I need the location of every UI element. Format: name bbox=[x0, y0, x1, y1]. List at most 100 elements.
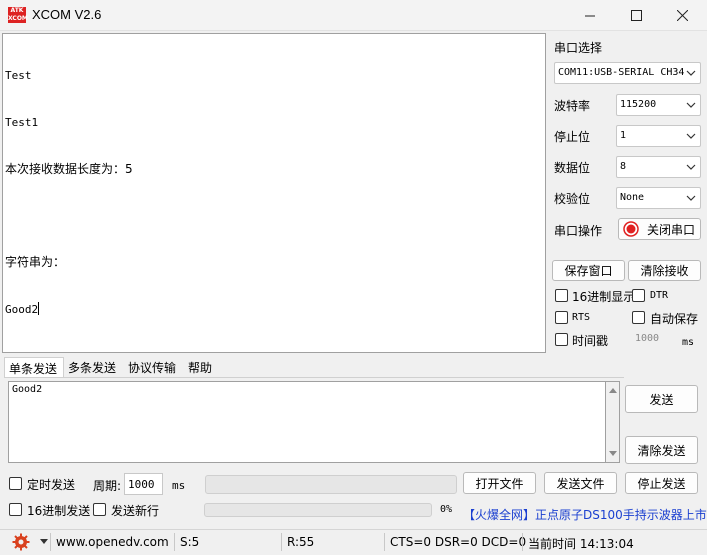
chevron-down-icon bbox=[686, 164, 696, 170]
save-window-button[interactable]: 保存窗口 bbox=[552, 260, 625, 281]
timestamp-ms-label: ms bbox=[682, 337, 695, 348]
period-label: 周期: bbox=[93, 479, 122, 493]
parity-label: 校验位 bbox=[554, 192, 591, 206]
progress-percent: 0% bbox=[440, 504, 453, 515]
status-separator bbox=[174, 533, 175, 551]
minimize-button[interactable] bbox=[567, 0, 613, 31]
period-input[interactable]: 1000 bbox=[124, 473, 163, 495]
text-caret bbox=[38, 302, 40, 316]
stop-bits-value: 1 bbox=[620, 130, 627, 141]
hex-display-checkbox[interactable] bbox=[555, 289, 568, 302]
chevron-down-icon[interactable] bbox=[40, 539, 48, 545]
status-separator bbox=[384, 533, 385, 551]
close-port-label: 关闭串口 bbox=[647, 222, 696, 237]
status-separator bbox=[522, 533, 523, 551]
receive-line: Test1 bbox=[5, 115, 39, 129]
app-logo: ATK XCOM bbox=[8, 7, 28, 23]
receive-line: Good2 bbox=[5, 303, 39, 317]
baud-select[interactable]: 115200 bbox=[616, 94, 701, 116]
data-bits-label: 数据位 bbox=[554, 161, 591, 175]
timestamp-interval-input[interactable]: 1000 bbox=[635, 333, 659, 344]
port-select-value: COM11:USB-SERIAL CH34 bbox=[558, 67, 685, 78]
send-text: Good2 bbox=[12, 384, 43, 395]
period-value: 1000 bbox=[128, 478, 155, 491]
stop-send-button[interactable]: 停止发送 bbox=[625, 472, 698, 494]
rts-checkbox[interactable] bbox=[555, 311, 568, 324]
dtr-checkbox[interactable] bbox=[632, 289, 645, 302]
auto-save-checkbox[interactable] bbox=[632, 311, 645, 324]
open-file-button[interactable]: 打开文件 bbox=[463, 472, 536, 494]
window-title: XCOM V2.6 bbox=[32, 7, 102, 22]
baud-value: 115200 bbox=[620, 99, 657, 110]
rts-label: RTS bbox=[572, 312, 591, 323]
chevron-down-icon bbox=[686, 70, 696, 76]
stop-bits-label: 停止位 bbox=[554, 130, 591, 144]
save-window-label: 保存窗口 bbox=[564, 264, 613, 278]
gear-icon bbox=[12, 533, 30, 551]
clear-send-button[interactable]: 清除发送 bbox=[625, 436, 698, 464]
tab-help[interactable]: 帮助 bbox=[184, 357, 228, 377]
port-select-label: 串口选择 bbox=[554, 41, 603, 55]
chevron-down-icon bbox=[686, 133, 696, 139]
send-newline-checkbox[interactable] bbox=[93, 503, 106, 516]
scroll-down-icon bbox=[609, 451, 617, 456]
send-scrollbar[interactable] bbox=[606, 381, 620, 463]
send-newline-label: 发送新行 bbox=[111, 504, 160, 518]
tab-multi-send[interactable]: 多条发送 bbox=[64, 357, 124, 377]
port-status-indicator-icon bbox=[623, 221, 639, 237]
send-file-button[interactable]: 发送文件 bbox=[544, 472, 617, 494]
ad-link[interactable]: 【火爆全网】正点原子DS100手持示波器上市 bbox=[463, 506, 707, 523]
minimize-icon bbox=[585, 15, 595, 16]
line-status: CTS=0 DSR=0 DCD=0 bbox=[390, 535, 527, 549]
timestamp-checkbox[interactable] bbox=[555, 333, 568, 346]
dtr-label: DTR bbox=[650, 290, 669, 301]
status-separator bbox=[50, 533, 51, 551]
stop-bits-select[interactable]: 1 bbox=[616, 125, 701, 147]
status-separator bbox=[281, 533, 282, 551]
send-button[interactable]: 发送 bbox=[625, 385, 698, 413]
open-file-label: 打开文件 bbox=[475, 476, 524, 491]
clear-receive-button[interactable]: 清除接收 bbox=[628, 260, 701, 281]
port-select[interactable]: COM11:USB-SERIAL CH34 bbox=[554, 62, 701, 84]
send-label: 发送 bbox=[649, 392, 674, 407]
sent-count: S:5 bbox=[180, 535, 200, 549]
receive-line bbox=[5, 209, 543, 225]
timestamp-label: 时间戳 bbox=[572, 334, 609, 348]
website-link[interactable]: www.openedv.com bbox=[56, 535, 169, 549]
send-file-label: 发送文件 bbox=[556, 476, 605, 491]
chevron-down-icon bbox=[686, 102, 696, 108]
current-time: 当前时间 14:13:04 bbox=[528, 537, 634, 551]
period-ms-label: ms bbox=[172, 479, 186, 492]
timed-send-checkbox[interactable] bbox=[9, 477, 22, 490]
close-port-button[interactable]: 关闭串口 bbox=[618, 218, 701, 240]
data-bits-select[interactable]: 8 bbox=[616, 156, 701, 178]
maximize-icon bbox=[630, 10, 642, 21]
receive-line: Test bbox=[5, 69, 32, 83]
timed-send-label: 定时发送 bbox=[27, 478, 76, 492]
parity-select[interactable]: None bbox=[616, 187, 701, 209]
clear-receive-label: 清除接收 bbox=[640, 264, 689, 278]
close-window-button[interactable] bbox=[659, 0, 705, 31]
settings-button[interactable] bbox=[12, 533, 30, 554]
receive-line: 字符串为： bbox=[5, 255, 66, 270]
tab-single-send[interactable]: 单条发送 bbox=[4, 357, 64, 377]
receive-line: 本次接收数据长度为：5 bbox=[5, 161, 133, 176]
data-bits-value: 8 bbox=[620, 161, 627, 172]
tab-protocol[interactable]: 协议传输 bbox=[124, 357, 184, 377]
tab-divider bbox=[4, 377, 624, 378]
maximize-button[interactable] bbox=[613, 0, 659, 31]
close-icon bbox=[676, 10, 688, 21]
clear-send-label: 清除发送 bbox=[637, 443, 686, 458]
stop-send-label: 停止发送 bbox=[637, 476, 686, 491]
hex-send-label: 16进制发送 bbox=[27, 504, 91, 518]
received-count: R:55 bbox=[287, 535, 315, 549]
auto-save-label: 自动保存 bbox=[650, 312, 699, 326]
scroll-up-icon bbox=[609, 388, 617, 393]
hex-display-label: 16进制显示 bbox=[572, 290, 636, 304]
send-textarea[interactable]: Good2 bbox=[8, 381, 606, 463]
chevron-down-icon bbox=[686, 195, 696, 201]
hex-send-checkbox[interactable] bbox=[9, 503, 22, 516]
receive-textarea[interactable]: Test Test1 本次接收数据长度为：5 字符串为： Good2 bbox=[2, 33, 546, 353]
send-file-path-field bbox=[205, 475, 457, 494]
baud-label: 波特率 bbox=[554, 99, 591, 113]
